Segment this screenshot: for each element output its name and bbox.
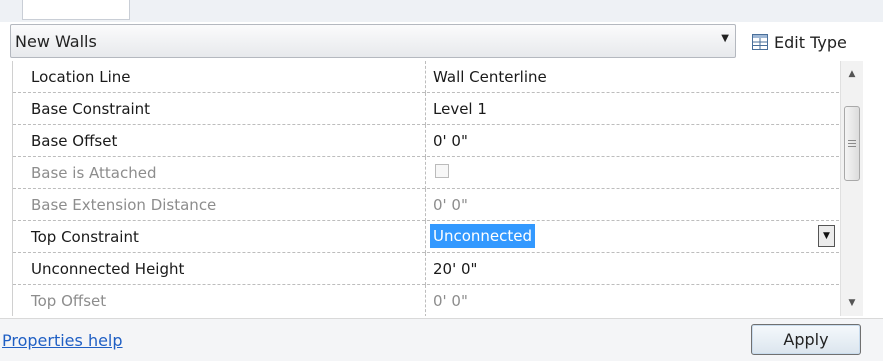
property-row-top-offset: Top Offset 0' 0" [13, 285, 839, 316]
properties-grid: Location Line Wall Centerline Base Const… [12, 61, 839, 316]
edit-type-label: Edit Type [774, 32, 847, 52]
property-row-base-extension-distance: Base Extension Distance 0' 0" [13, 189, 839, 221]
property-value[interactable]: Wall Centerline [433, 68, 547, 86]
property-value[interactable]: 0' 0" [433, 132, 468, 150]
column-divider [425, 253, 426, 285]
column-divider [425, 93, 426, 125]
property-name: Top Offset [31, 292, 107, 310]
edit-type-icon [752, 34, 768, 50]
property-name: Base is Attached [31, 164, 157, 182]
apply-button[interactable]: Apply [751, 324, 861, 355]
property-value[interactable]: Level 1 [433, 100, 487, 118]
property-name: Base Extension Distance [31, 196, 217, 214]
palette-footer: Properties help Apply [0, 318, 883, 361]
scrollbar-thumb[interactable] [844, 106, 860, 181]
property-name: Base Offset [31, 132, 118, 150]
property-name: Unconnected Height [31, 260, 185, 278]
top-constraint-select[interactable]: Unconnected ▼ [430, 224, 838, 248]
property-name: Base Constraint [31, 100, 151, 118]
palette-top-strip [0, 0, 883, 22]
type-selector-value: New Walls [15, 32, 97, 51]
column-divider [425, 157, 426, 189]
column-divider [425, 61, 426, 93]
property-value: 0' 0" [433, 292, 468, 310]
edit-type-button[interactable]: Edit Type [752, 30, 847, 54]
property-name: Top Constraint [31, 228, 139, 246]
property-row-base-constraint[interactable]: Base Constraint Level 1 [13, 93, 839, 125]
property-row-base-is-attached: Base is Attached [13, 157, 839, 189]
grip-icon [848, 140, 856, 141]
column-divider [425, 189, 426, 221]
properties-scrollbar[interactable]: ▲ ▼ [840, 61, 863, 316]
property-value[interactable]: 20' 0" [433, 260, 477, 278]
palette-tab[interactable] [22, 0, 130, 20]
property-name: Location Line [31, 68, 131, 86]
dropdown-arrow-icon[interactable]: ▼ [818, 225, 835, 247]
property-row-location-line[interactable]: Location Line Wall Centerline [13, 61, 839, 93]
property-value: 0' 0" [433, 196, 468, 214]
property-row-unconnected-height[interactable]: Unconnected Height 20' 0" [13, 253, 839, 285]
scroll-down-arrow-icon[interactable]: ▼ [841, 294, 863, 312]
column-divider [425, 125, 426, 157]
column-divider [425, 221, 426, 253]
scroll-up-arrow-icon[interactable]: ▲ [841, 65, 863, 83]
column-divider [425, 285, 426, 316]
property-row-top-constraint[interactable]: Top Constraint Unconnected ▼ [13, 221, 839, 253]
dropdown-arrow-icon[interactable]: ▼ [721, 33, 729, 44]
base-attached-checkbox [435, 164, 449, 178]
property-row-base-offset[interactable]: Base Offset 0' 0" [13, 125, 839, 157]
properties-help-link[interactable]: Properties help [2, 331, 123, 350]
type-selector[interactable]: New Walls ▼ [10, 24, 736, 58]
top-constraint-selected-value[interactable]: Unconnected [430, 224, 536, 248]
